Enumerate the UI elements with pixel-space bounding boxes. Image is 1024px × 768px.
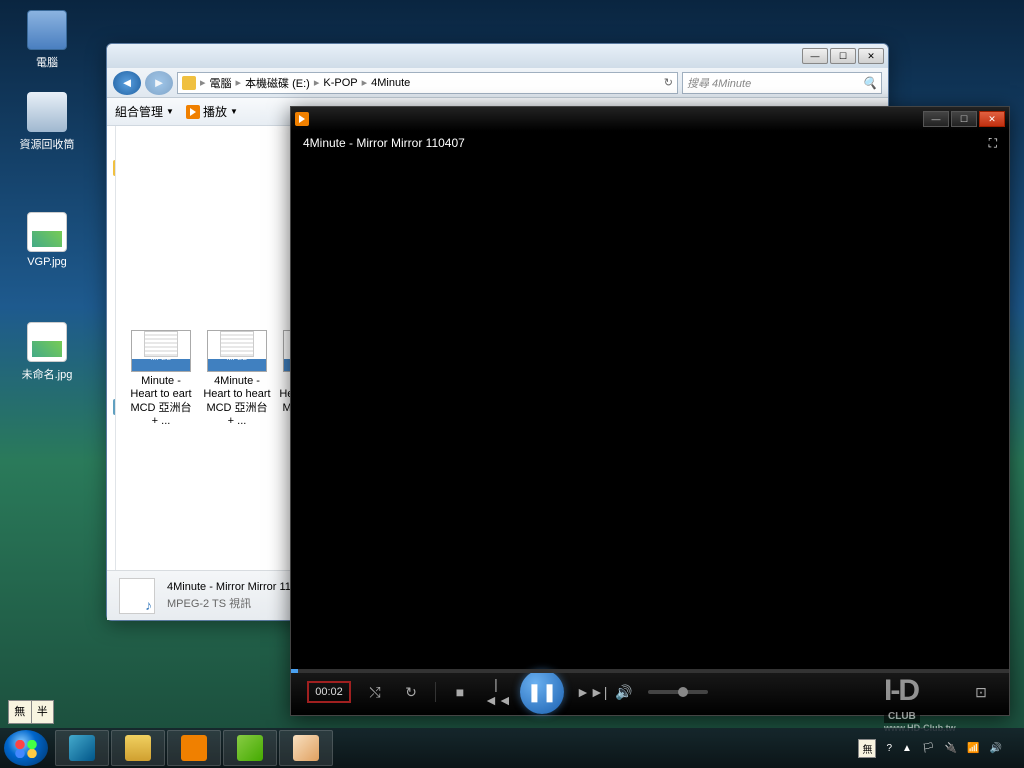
organize-button[interactable]: 組合管理 ▼ [115,103,174,120]
stop-button[interactable]: ■ [448,684,472,700]
file-item[interactable]: Minute - Heart to eart MCD 亞洲台 + ... [124,327,198,431]
shuffle-button[interactable]: ⤭ [363,684,387,701]
power-icon[interactable]: 🔌 [945,743,957,754]
start-button[interactable] [4,730,48,766]
file-type-icon [119,578,155,614]
volume-icon[interactable]: 🔊 [990,743,1002,754]
play-button[interactable]: 播放 ▼ [186,103,238,120]
desktop-icon-img-file[interactable]: 未命名.jpg [12,322,82,382]
video-area[interactable] [291,155,1009,669]
tray-expand-icon[interactable]: ▲ [902,743,912,754]
ime-tray-icon[interactable]: 無 [858,739,876,758]
taskbar-ie[interactable] [55,730,109,766]
desktop-icon-recycle[interactable]: 資源回收筒 [12,92,82,152]
taskbar: 無 ? ▲ 🏳 🔌 📶 🔊 [0,728,1024,768]
play-pause-button[interactable]: ❚❚ [520,670,564,714]
fullscreen-icon[interactable]: ⛶ [989,136,997,151]
back-button[interactable]: ◄ [113,71,141,95]
search-icon: 🔍 [862,76,877,90]
taskbar-paint[interactable] [279,730,333,766]
play-icon [186,105,200,119]
prev-button[interactable]: |◄◄ [484,676,508,708]
player-titlebar[interactable]: — ☐ ✕ [291,107,1009,131]
folder-icon [182,76,196,90]
explorer-titlebar[interactable]: — ☐ ✕ [107,44,888,68]
mute-button[interactable]: 🔊 [612,684,636,701]
player-minimize-button[interactable]: — [923,111,949,127]
minimize-button[interactable]: — [802,48,828,64]
maximize-button[interactable]: ☐ [830,48,856,64]
breadcrumb-item[interactable]: K-POP [323,77,357,89]
taskbar-explorer[interactable] [111,730,165,766]
action-center-icon[interactable]: 🏳 [922,743,935,754]
network-icon[interactable]: 📶 [967,743,979,754]
nav-pane: 我的最愛下載桌面最近的位置媒體櫃文件音樂視訊圖片家用群組電腦本機磁碟 (C:)本… [107,126,116,570]
taskbar-messenger[interactable] [223,730,277,766]
close-button[interactable]: ✕ [858,48,884,64]
help-icon[interactable]: ? [886,743,892,754]
seek-bar[interactable] [291,669,1009,673]
file-item[interactable]: 4Minute - Heart to heart MCD 亞洲台 + ... [200,327,274,431]
player-close-button[interactable]: ✕ [979,111,1005,127]
media-player-window: — ☐ ✕ 4Minute - Mirror Mirror 110407 ⛶ 0… [290,106,1010,716]
now-playing-title: 4Minute - Mirror Mirror 110407 [303,136,465,150]
breadcrumb-item[interactable]: 電腦 [210,75,232,91]
repeat-button[interactable]: ↻ [399,684,423,701]
watermark: I-D CLUB www.HD-Club.tw [884,674,1014,724]
time-display: 00:02 [307,681,351,703]
player-maximize-button[interactable]: ☐ [951,111,977,127]
breadcrumb-item[interactable]: 本機磁碟 (E:) [245,75,310,91]
ime-toolbar[interactable]: 無 半 [8,700,54,724]
volume-slider[interactable] [648,690,708,694]
taskbar-wmp[interactable] [167,730,221,766]
wmp-icon [295,112,309,126]
breadcrumb[interactable]: ▸電腦 ▸本機磁碟 (E:) ▸K-POP ▸4Minute ↻ [177,72,678,94]
system-tray: 無 ? ▲ 🏳 🔌 📶 🔊 [858,739,1020,758]
search-input[interactable]: 搜尋 4Minute 🔍 [682,72,882,94]
desktop-icon-computer[interactable]: 電腦 [12,10,82,70]
refresh-icon[interactable]: ↻ [664,76,673,89]
forward-button[interactable]: ► [145,71,173,95]
next-button[interactable]: ►►| [576,684,600,700]
desktop-icon-img-file[interactable]: VGP.jpg [12,212,82,268]
breadcrumb-item[interactable]: 4Minute [371,77,410,89]
